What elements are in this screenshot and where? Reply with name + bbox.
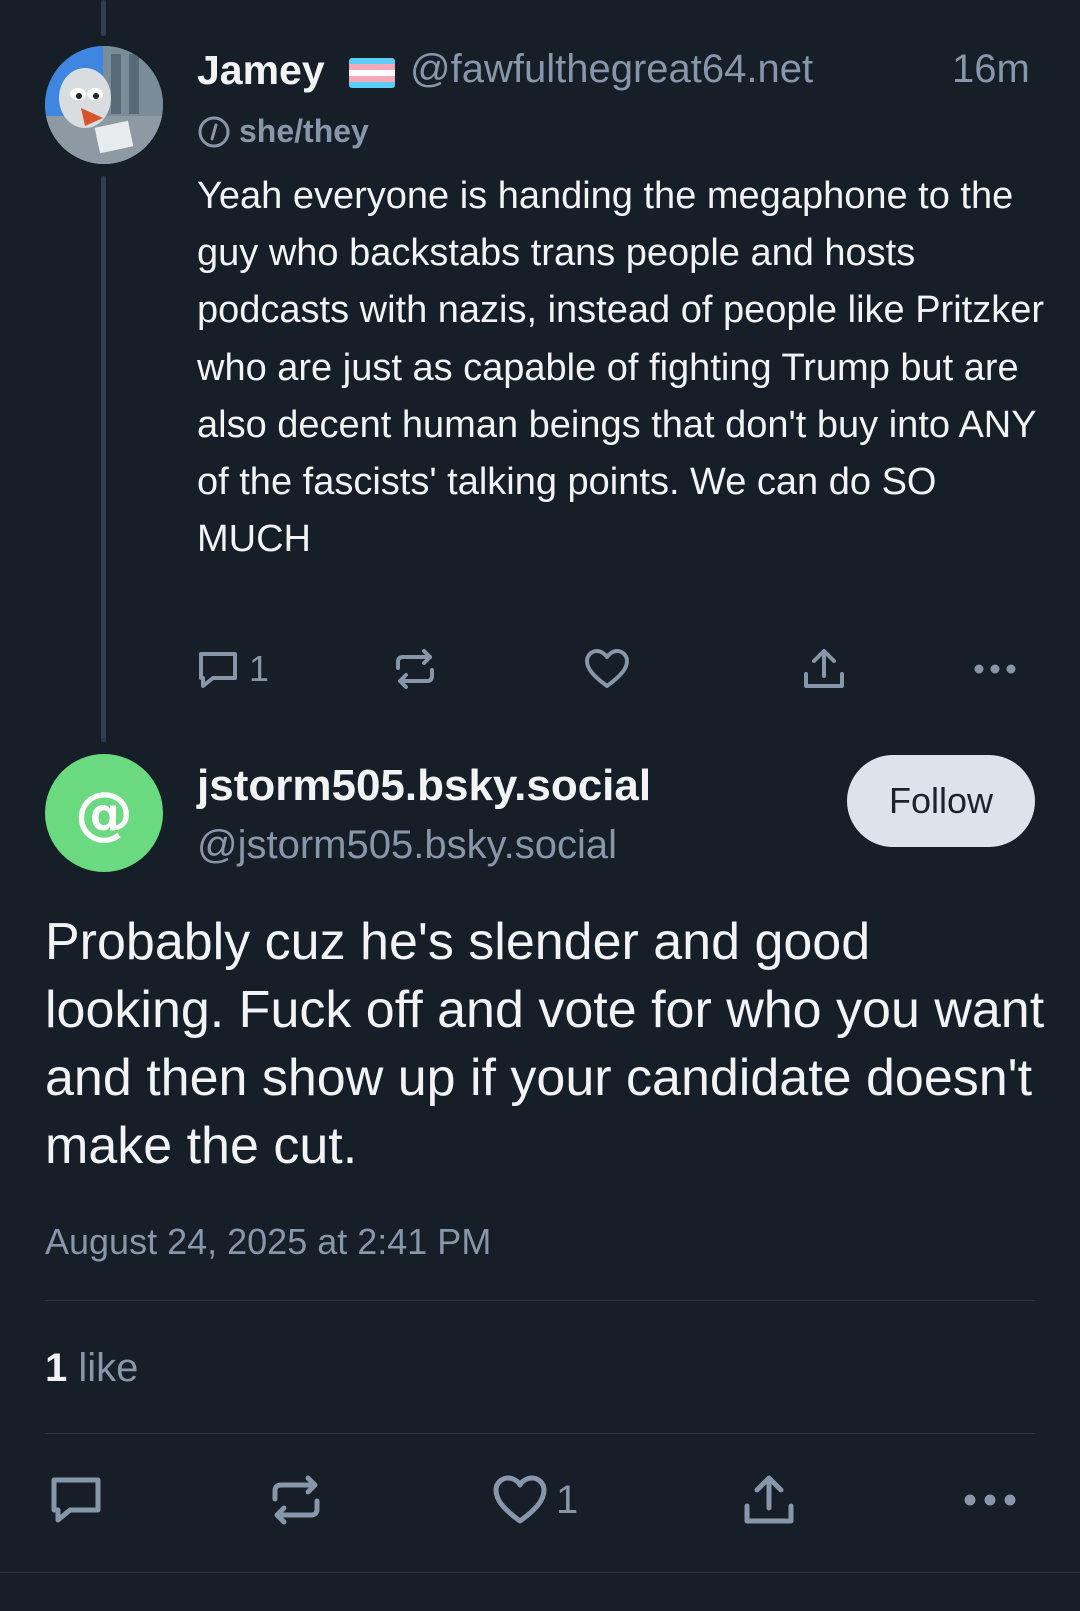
follow-button[interactable]: Follow: [847, 755, 1035, 847]
reply-button[interactable]: 1: [195, 648, 269, 690]
thread-line: [101, 176, 106, 742]
default-avatar-icon: @: [75, 779, 133, 847]
like-count-link[interactable]: 1 like: [45, 1346, 138, 1391]
trans-flag-icon: [349, 58, 395, 88]
divider: [45, 1433, 1035, 1434]
divider: [45, 1300, 1035, 1301]
repost-icon: [272, 1475, 320, 1525]
like-count: 1: [556, 1477, 579, 1522]
divider: [0, 1572, 1080, 1573]
repost-icon: [396, 649, 434, 689]
author-handle[interactable]: @fawfulthegreat64.net: [410, 47, 813, 92]
repost-button[interactable]: [268, 1474, 324, 1526]
post-time[interactable]: 16m: [952, 47, 1030, 92]
pronouns-row: she/they: [197, 113, 369, 150]
like-count-number: 1: [45, 1346, 68, 1390]
more-icon: [974, 664, 1016, 674]
more-button[interactable]: [962, 1484, 1018, 1516]
post-text: Yeah everyone is handing the megaphone t…: [197, 175, 1044, 561]
author-name[interactable]: jstorm505.bsky.social: [197, 761, 651, 811]
reply-button[interactable]: [48, 1474, 104, 1526]
like-icon: [493, 1475, 547, 1524]
like-button[interactable]: [584, 648, 630, 690]
author-name[interactable]: Jamey: [197, 47, 325, 94]
avatar[interactable]: @: [45, 754, 163, 872]
pronouns-label: she/they: [239, 113, 369, 149]
share-button[interactable]: [801, 648, 847, 690]
post-timestamp: August 24, 2025 at 2:41 PM: [45, 1221, 492, 1262]
more-icon: [964, 1494, 1016, 1506]
post-text: Probably cuz he's slender and good looki…: [45, 913, 1045, 1175]
reply-icon: [199, 652, 237, 688]
author-handle[interactable]: @jstorm505.bsky.social: [197, 823, 617, 868]
repost-button[interactable]: [392, 648, 438, 690]
share-icon: [744, 1475, 794, 1524]
like-button[interactable]: 1: [492, 1474, 578, 1526]
like-count-label: like: [78, 1346, 139, 1390]
more-button[interactable]: [972, 654, 1018, 684]
pronouns-icon: [198, 116, 230, 147]
share-button[interactable]: [741, 1474, 797, 1526]
avatar[interactable]: [45, 46, 163, 164]
like-icon: [585, 649, 629, 688]
reply-icon: [51, 1477, 101, 1523]
reply-count: 1: [249, 648, 270, 689]
thread-line-top: [101, 0, 106, 36]
share-icon: [804, 649, 844, 688]
